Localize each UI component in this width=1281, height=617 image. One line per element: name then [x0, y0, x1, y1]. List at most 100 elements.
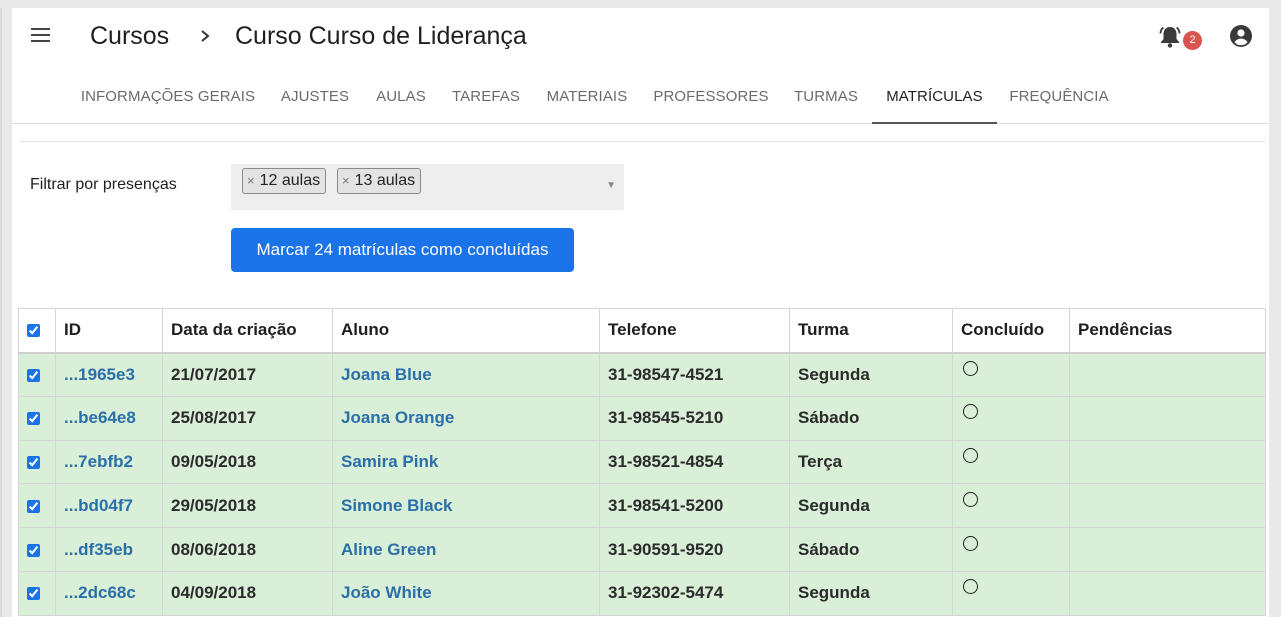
tab-turmas[interactable]: TURMAS — [787, 78, 865, 124]
table-header-row: ID Data da criação Aluno Telefone Turma … — [18, 308, 1266, 354]
row-checkbox[interactable] — [27, 456, 40, 469]
tab-frequencia[interactable]: FREQUÊNCIA — [1003, 78, 1115, 124]
attendance-filter-select[interactable]: × 12 aulas × 13 aulas ▼ — [231, 164, 624, 210]
enrollment-id-link[interactable]: ...be64e8 — [55, 395, 163, 441]
row-select-cell — [18, 527, 56, 572]
chip-label: 12 aulas — [259, 172, 321, 189]
tab-tarefas[interactable]: TAREFAS — [446, 78, 526, 124]
column-header[interactable]: Pendências — [1069, 308, 1266, 354]
tab-aulas[interactable]: AULAS — [368, 78, 434, 124]
completed-cell — [952, 483, 1070, 529]
mark-completed-button[interactable]: Marcar 24 matrículas como concluídas — [231, 228, 574, 272]
completed-cell — [952, 395, 1070, 441]
column-header[interactable]: ID — [55, 308, 163, 354]
radio-circle-icon[interactable] — [963, 491, 978, 507]
row-select-cell — [18, 439, 56, 485]
student-link[interactable]: Joana Blue — [332, 352, 600, 397]
pending-cell — [1069, 439, 1266, 485]
creation-date: 04/09/2018 — [162, 570, 333, 616]
notification-badge: 2 — [1183, 31, 1202, 50]
tab-informacoes-gerais[interactable]: INFORMAÇÕES GERAIS — [75, 78, 261, 124]
select-all-cell — [18, 308, 56, 354]
pending-cell — [1069, 483, 1266, 529]
phone: 31-90591-9520 — [599, 527, 790, 572]
row-checkbox[interactable] — [27, 499, 40, 513]
row-checkbox[interactable] — [27, 587, 40, 601]
column-header[interactable]: Telefone — [599, 308, 790, 354]
chip-label: 13 aulas — [354, 172, 416, 189]
completed-cell — [952, 352, 1070, 397]
tab-ajustes[interactable]: AJUSTES — [274, 78, 356, 124]
student-link[interactable]: Simone Black — [332, 483, 600, 529]
top-bar: Cursos Curso Curso de Liderança 2 — [12, 8, 1269, 64]
bell-icon[interactable] — [1157, 24, 1183, 50]
class-day: Segunda — [789, 570, 953, 616]
select-all-checkbox[interactable] — [27, 324, 40, 338]
class-day: Terça — [789, 439, 953, 485]
section-divider — [20, 141, 1265, 142]
row-select-cell — [18, 570, 56, 616]
row-checkbox[interactable] — [27, 543, 40, 557]
enrollment-id-link[interactable]: ...df35eb — [55, 527, 163, 572]
creation-date: 29/05/2018 — [162, 483, 333, 529]
creation-date: 09/05/2018 — [162, 439, 333, 485]
phone: 31-98547-4521 — [599, 352, 790, 397]
radio-circle-icon[interactable] — [963, 447, 978, 463]
enrollment-id-link[interactable]: ...2dc68c — [55, 570, 163, 616]
remove-chip-icon[interactable]: × — [342, 173, 350, 188]
enrollment-id-link[interactable]: ...bd04f7 — [55, 483, 163, 529]
pending-cell — [1069, 352, 1266, 397]
dropdown-arrow-icon[interactable]: ▼ — [606, 180, 616, 191]
phone: 31-98541-5200 — [599, 483, 790, 529]
column-header[interactable]: Turma — [789, 308, 953, 354]
column-header[interactable]: Aluno — [332, 308, 600, 354]
class-day: Segunda — [789, 483, 953, 529]
table-row: ...2dc68c 04/09/2018 João White 31-92302… — [18, 570, 1266, 616]
pending-cell — [1069, 395, 1266, 441]
class-day: Sábado — [789, 527, 953, 572]
radio-circle-icon[interactable] — [963, 535, 978, 551]
enrollment-id-link[interactable]: ...7ebfb2 — [55, 439, 163, 485]
radio-circle-icon[interactable] — [963, 404, 978, 420]
page-title: Curso Curso de Liderança — [235, 22, 527, 50]
filter-chip: × 12 aulas — [242, 168, 327, 194]
completed-cell — [952, 439, 1070, 485]
account-circle-icon[interactable] — [1229, 24, 1253, 48]
tab-professores[interactable]: PROFESSORES — [648, 78, 774, 124]
column-header[interactable]: Concluído — [952, 308, 1070, 354]
table-row: ...be64e8 25/08/2017 Joana Orange 31-985… — [18, 395, 1266, 441]
enrollments-table: ID Data da criação Aluno Telefone Turma … — [18, 308, 1266, 616]
table-row: ...1965e3 21/07/2017 Joana Blue 31-98547… — [18, 352, 1266, 397]
completed-cell — [952, 570, 1070, 616]
breadcrumb-cursos[interactable]: Cursos — [90, 20, 169, 52]
pending-cell — [1069, 527, 1266, 572]
phone: 31-98521-4854 — [599, 439, 790, 485]
pending-cell — [1069, 570, 1266, 616]
student-link[interactable]: Aline Green — [332, 527, 600, 572]
table-row: ...7ebfb2 09/05/2018 Samira Pink 31-9852… — [18, 439, 1266, 485]
class-day: Segunda — [789, 352, 953, 397]
remove-chip-icon[interactable]: × — [247, 173, 255, 188]
phone: 31-92302-5474 — [599, 570, 790, 616]
creation-date: 25/08/2017 — [162, 395, 333, 441]
row-checkbox[interactable] — [27, 368, 40, 382]
filter-label: Filtrar por presenças — [30, 176, 177, 193]
enrollment-id-link[interactable]: ...1965e3 — [55, 352, 163, 397]
student-link[interactable]: João White — [332, 570, 600, 616]
tab-matriculas[interactable]: MATRÍCULAS — [872, 78, 997, 124]
radio-circle-icon[interactable] — [963, 579, 978, 595]
radio-circle-icon[interactable] — [963, 360, 978, 376]
window-edge — [0, 8, 2, 617]
row-select-cell — [18, 352, 56, 397]
row-checkbox[interactable] — [27, 412, 40, 426]
student-link[interactable]: Samira Pink — [332, 439, 600, 485]
tab-materiais[interactable]: MATERIAIS — [539, 78, 635, 124]
column-header[interactable]: Data da criação — [162, 308, 333, 354]
tab-bar: INFORMAÇÕES GERAIS AJUSTES AULAS TAREFAS… — [12, 78, 1269, 124]
student-link[interactable]: Joana Orange — [332, 395, 600, 441]
table-row: ...bd04f7 29/05/2018 Simone Black 31-985… — [18, 483, 1266, 529]
creation-date: 21/07/2017 — [162, 352, 333, 397]
completed-cell — [952, 527, 1070, 572]
class-day: Sábado — [789, 395, 953, 441]
hamburger-menu-icon[interactable] — [30, 26, 52, 44]
